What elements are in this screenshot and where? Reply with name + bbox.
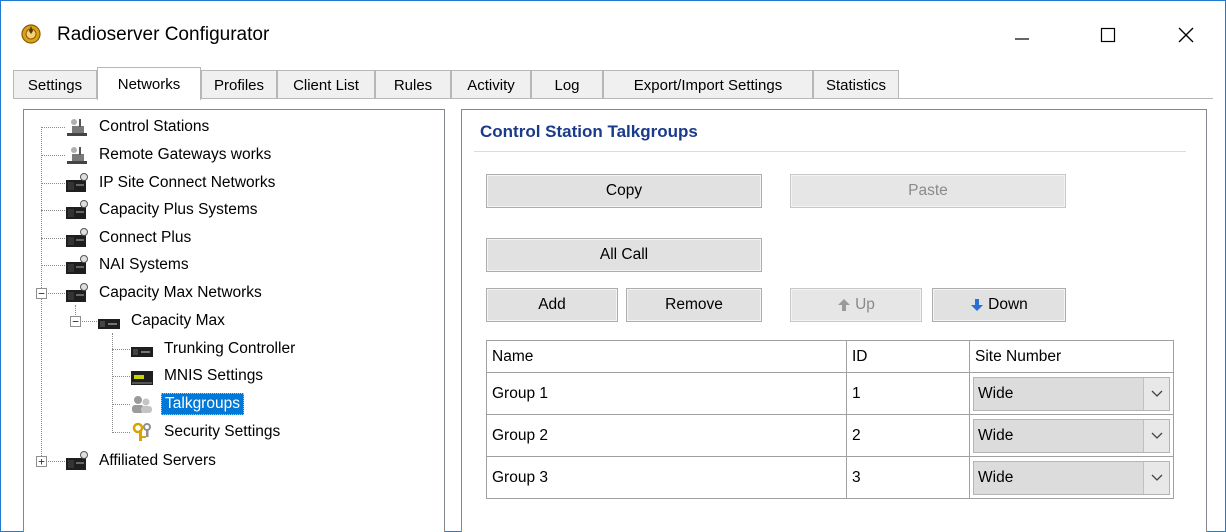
network-server-icon — [66, 173, 88, 192]
copy-button[interactable]: Copy — [486, 174, 762, 208]
table-row[interactable]: Group 2 2 Wide — [486, 414, 1174, 457]
minimize-button[interactable] — [999, 15, 1045, 55]
tab-statistics[interactable]: Statistics — [813, 70, 899, 99]
tree-item-remote-gateways[interactable]: Remote Gateways works — [64, 142, 274, 168]
row-site-cell: Wide — [969, 456, 1174, 499]
tab-rules[interactable]: Rules — [375, 70, 451, 99]
talkgroups-panel: Control Station Talkgroups Copy Paste Al… — [461, 109, 1207, 532]
row-id-cell[interactable]: 3 — [846, 456, 970, 499]
chevron-down-icon — [1151, 390, 1162, 397]
tree-connector — [41, 265, 65, 266]
site-number-dropdown[interactable]: Wide — [973, 460, 1170, 495]
radio-tower-icon — [67, 119, 87, 136]
row-id-cell[interactable]: 2 — [846, 414, 970, 457]
terminal-icon — [131, 371, 153, 385]
app-window: Radioserver Configurator Settings Networ… — [0, 0, 1226, 532]
tree-connector — [112, 349, 130, 350]
down-button[interactable]: Down — [932, 288, 1066, 322]
app-logo-icon — [21, 24, 41, 44]
tree-connector — [112, 404, 130, 405]
tree-item-capacity-max-networks[interactable]: Capacity Max Networks — [64, 280, 265, 306]
tree-item-control-stations[interactable]: Control Stations — [64, 114, 212, 140]
up-button[interactable]: Up — [790, 288, 922, 322]
row-name-cell[interactable]: Group 2 — [486, 414, 847, 457]
maximize-button[interactable] — [1085, 15, 1131, 55]
chevron-down-icon — [1151, 432, 1162, 439]
tree-item-connect-plus[interactable]: Connect Plus — [64, 225, 194, 251]
tree-item-talkgroups[interactable]: Talkgroups — [129, 391, 244, 417]
tree-connector — [41, 155, 65, 156]
keys-icon — [132, 422, 151, 441]
panel-divider — [474, 151, 1186, 152]
arrow-up-icon — [838, 299, 851, 311]
expand-affiliated-servers-toggle[interactable]: + — [36, 456, 47, 467]
tab-settings[interactable]: Settings — [13, 70, 97, 99]
tree-item-mnis-settings[interactable]: MNIS Settings — [129, 363, 266, 389]
server-icon — [131, 347, 153, 357]
panel-title: Control Station Talkgroups — [480, 122, 698, 141]
row-site-cell: Wide — [969, 414, 1174, 457]
column-header-name[interactable]: Name — [486, 340, 847, 373]
tree-item-capacity-max[interactable]: Capacity Max — [96, 308, 228, 334]
chevron-down-icon — [1151, 474, 1162, 481]
all-call-button[interactable]: All Call — [486, 238, 762, 272]
window-title: Radioserver Configurator — [57, 24, 270, 45]
tree-connector — [41, 127, 65, 128]
tab-client-list[interactable]: Client List — [277, 70, 375, 99]
network-server-icon — [66, 228, 88, 247]
network-server-icon — [66, 255, 88, 274]
tree-item-security-settings[interactable]: Security Settings — [129, 419, 283, 445]
tab-log[interactable]: Log — [531, 70, 603, 99]
tree-connector — [41, 183, 65, 184]
network-server-icon — [66, 283, 88, 302]
row-name-cell[interactable]: Group 3 — [486, 456, 847, 499]
network-tree[interactable]: − − + Control Stations Remote Gateways w… — [23, 109, 445, 532]
add-button[interactable]: Add — [486, 288, 618, 322]
tree-item-trunking-controller[interactable]: Trunking Controller — [129, 336, 298, 362]
talkgroups-table[interactable]: Name ID Site Number Group 1 1 Wide Group… — [486, 340, 1174, 499]
table-row[interactable]: Group 1 1 Wide — [486, 372, 1174, 415]
users-icon — [132, 396, 152, 413]
site-number-dropdown[interactable]: Wide — [973, 418, 1170, 453]
tree-connector — [112, 333, 113, 433]
table-row[interactable]: Group 3 3 Wide — [486, 456, 1174, 499]
column-header-id[interactable]: ID — [846, 340, 970, 373]
tree-connector — [41, 210, 65, 211]
row-site-cell: Wide — [969, 372, 1174, 415]
tree-item-capacity-plus-systems[interactable]: Capacity Plus Systems — [64, 197, 261, 223]
minimize-icon — [1015, 38, 1029, 40]
arrow-down-icon — [971, 299, 984, 311]
radio-tower-icon — [67, 147, 87, 164]
tab-export-import-settings[interactable]: Export/Import Settings — [603, 70, 813, 99]
tree-item-ip-site-connect-networks[interactable]: IP Site Connect Networks — [64, 170, 278, 196]
tab-profiles[interactable]: Profiles — [201, 70, 277, 99]
title-bar[interactable]: Radioserver Configurator — [1, 1, 1225, 63]
tree-connector — [112, 432, 130, 433]
row-name-cell[interactable]: Group 1 — [486, 372, 847, 415]
close-icon — [1178, 27, 1194, 43]
paste-button[interactable]: Paste — [790, 174, 1066, 208]
tree-item-affiliated-servers[interactable]: Affiliated Servers — [64, 448, 219, 474]
column-header-site-number[interactable]: Site Number — [969, 340, 1174, 373]
site-number-dropdown[interactable]: Wide — [973, 376, 1170, 411]
tab-networks[interactable]: Networks — [97, 67, 201, 100]
server-icon — [98, 319, 120, 329]
close-button[interactable] — [1163, 15, 1209, 55]
table-header-row: Name ID Site Number — [486, 340, 1174, 373]
network-server-icon — [66, 200, 88, 219]
tree-item-nai-systems[interactable]: NAI Systems — [64, 252, 192, 278]
collapse-capacity-max-networks-toggle[interactable]: − — [36, 288, 47, 299]
network-server-icon — [66, 451, 88, 470]
remove-button[interactable]: Remove — [626, 288, 762, 322]
row-id-cell[interactable]: 1 — [846, 372, 970, 415]
tree-connector — [112, 376, 130, 377]
tree-connector — [41, 238, 65, 239]
maximize-icon — [1100, 27, 1116, 43]
tab-strip: Settings Networks Profiles Client List R… — [13, 67, 1213, 100]
collapse-capacity-max-toggle[interactable]: − — [70, 316, 81, 327]
tab-activity[interactable]: Activity — [451, 70, 531, 99]
